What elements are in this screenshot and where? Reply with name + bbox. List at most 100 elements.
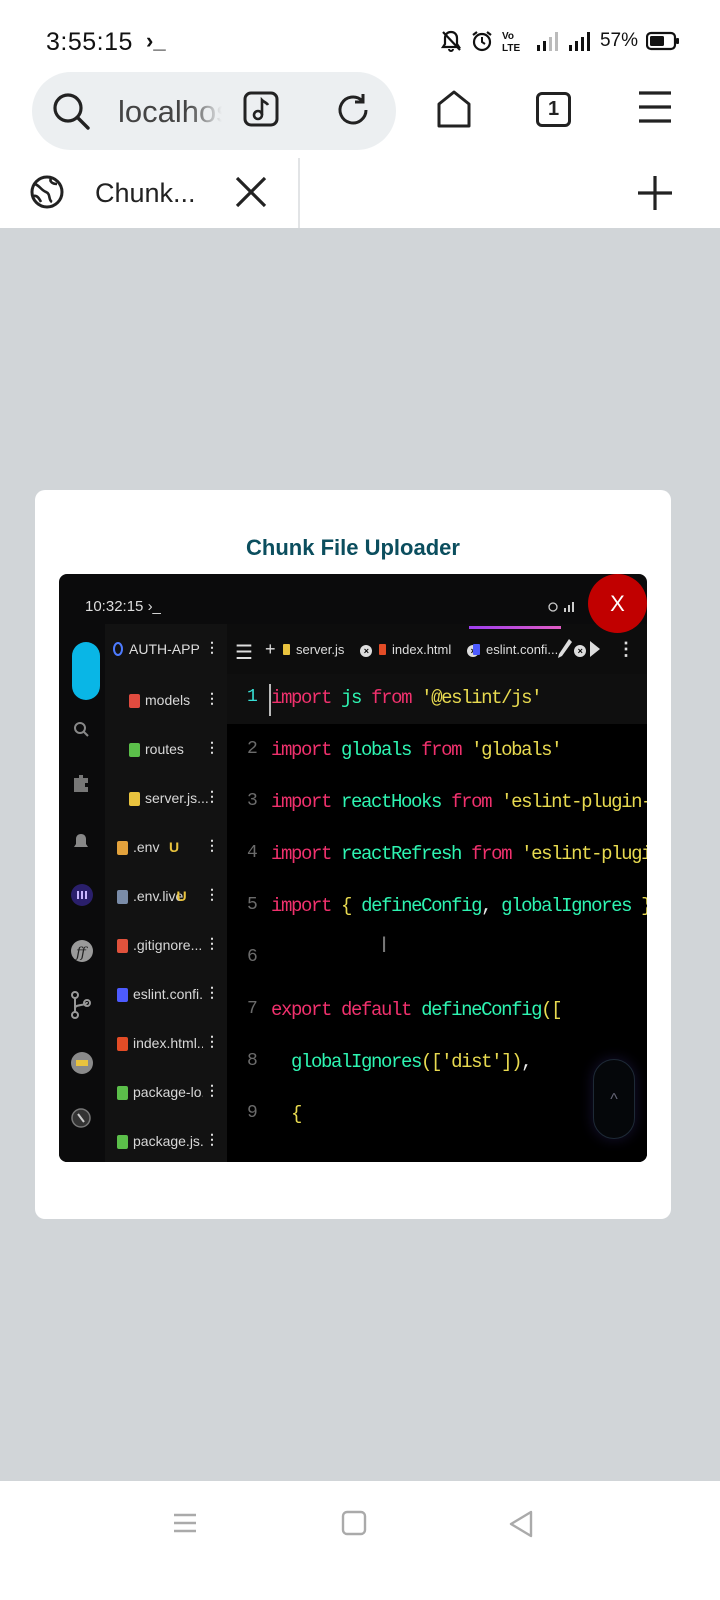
tabs-icon[interactable]: 1 <box>536 92 571 127</box>
close-icon[interactable] <box>234 175 268 209</box>
file-name: package-lo... <box>133 1084 203 1100</box>
more-icon: ⋮ <box>205 639 219 655</box>
file-item: .env U ⋮ <box>105 835 227 861</box>
battery-icon <box>646 31 679 51</box>
file-icon <box>117 841 128 855</box>
modal-title: Chunk File Uploader <box>246 535 460 560</box>
file-item: index.html... ⋮ <box>105 1031 227 1057</box>
reload-icon[interactable] <box>334 91 372 129</box>
music-note-icon[interactable] <box>243 91 279 127</box>
status-bar: 3:55:15 ›_ Vo LTE 57% <box>0 0 720 70</box>
recents-icon[interactable] <box>172 1509 198 1537</box>
preview-status-time: 10:32:15 ›_ <box>85 598 161 615</box>
image-preview: 10:32:15 ›_ ff AUTH-APP ⋮ models ⋮ routes ⋮… <box>59 574 647 1162</box>
browser-toolbar: localhost 1 <box>0 70 720 158</box>
file-icon <box>129 743 140 757</box>
close-preview-button[interactable]: X <box>588 574 647 633</box>
code-line: 4 import reactRefresh from 'eslint-plugin… <box>227 830 647 880</box>
tab-title: Chunk... <box>95 178 196 208</box>
globe-icon <box>30 175 64 209</box>
file-icon <box>117 988 128 1002</box>
more-icon: ⋮ <box>205 837 219 853</box>
editor-tab-label: index.html <box>392 642 452 657</box>
app-icon <box>71 884 93 906</box>
file-item: server.js... ⋮ <box>105 786 227 812</box>
line-number: 1 <box>247 687 258 707</box>
url-text[interactable]: localhost <box>118 94 222 130</box>
editor-tab-label: eslint.confi... <box>486 642 559 657</box>
file-icon <box>117 939 128 953</box>
tab-chunk-file-uploader[interactable]: Chunk... <box>0 158 300 228</box>
code-line: 8 globalIgnores(['dist']), <box>227 1038 647 1088</box>
plus-icon[interactable] <box>636 174 674 212</box>
line-number: 3 <box>247 791 258 811</box>
alarm-icon <box>472 31 492 52</box>
code-line: 6 <box>227 934 647 984</box>
file-icon <box>379 644 386 655</box>
file-name: eslint.confi... <box>133 986 203 1002</box>
file-item: package.js...⋮ <box>105 1129 227 1155</box>
alarm-icon <box>548 602 558 612</box>
active-tab-indicator <box>469 626 561 629</box>
code-line: 9 { <box>227 1090 647 1140</box>
code-line: 2 import globals from 'globals' <box>227 726 647 776</box>
file-name: package.js... <box>133 1133 203 1149</box>
line-number: 6 <box>247 947 258 967</box>
line-number: 4 <box>247 843 258 863</box>
signal-icon <box>564 602 574 612</box>
code-line: 7 export default defineConfig([ <box>227 986 647 1036</box>
editor-tab: index.html× <box>379 642 480 657</box>
more-icon: ⋮ <box>205 739 219 755</box>
project-icon <box>113 642 123 656</box>
more-icon: ⋮ <box>205 886 219 902</box>
menu-icon[interactable] <box>638 89 672 125</box>
file-name: .env <box>133 839 160 855</box>
back-icon[interactable] <box>507 1509 535 1539</box>
tools-icon <box>71 1108 91 1128</box>
more-icon: ⋮ <box>205 690 219 706</box>
home-icon[interactable] <box>436 89 472 129</box>
address-bar[interactable]: localhost <box>32 72 396 150</box>
search-icon <box>53 93 90 130</box>
file-icon <box>129 694 140 708</box>
more-icon: ⋮ <box>205 788 219 804</box>
line-number: 8 <box>247 1051 258 1071</box>
code-text: import { defineConfig, globalIgnores } f… <box>271 895 647 917</box>
scroll-up-icon: ^ <box>593 1059 635 1139</box>
play-icon <box>590 641 600 657</box>
project-name: AUTH-APP <box>129 641 200 657</box>
line-number: 9 <box>247 1103 258 1123</box>
code-text: export default defineConfig([ <box>271 999 563 1021</box>
file-icon <box>117 890 128 904</box>
code-text: import globals from 'globals' <box>271 739 563 761</box>
volte-icon: VoLTE <box>502 31 520 53</box>
more-icon: ⋮ <box>205 1131 219 1147</box>
file-item: .gitignore... ⋮ <box>105 933 227 959</box>
svg-text:LTE: LTE <box>502 43 520 53</box>
file-icon <box>117 1037 128 1051</box>
preview-status-icons <box>548 600 577 612</box>
editor-tab: server.js × <box>283 642 373 657</box>
menu-icon: ☰ <box>235 642 253 664</box>
search-icon <box>74 722 89 737</box>
uploader-modal: Chunk File Uploader 10:32:15 ›_ ff AUTH-… <box>35 490 671 1219</box>
close-icon: × <box>360 645 373 657</box>
file-icon <box>117 1086 128 1100</box>
tab-strip: Chunk... <box>0 158 720 228</box>
signal-1-icon <box>536 32 558 51</box>
code-text: import reactHooks from 'eslint-plugin-re… <box>271 791 647 813</box>
git-status-badge: U <box>169 839 180 855</box>
line-number: 2 <box>247 739 258 759</box>
svg-text:Vo: Vo <box>502 31 514 42</box>
home-square-icon[interactable] <box>341 1509 367 1537</box>
pencil-icon <box>558 639 572 658</box>
preview-activity-bar: ff <box>59 624 105 1162</box>
editor-tools: ⋮ <box>557 638 635 660</box>
code-text: { <box>291 1103 302 1125</box>
font-icon: ff <box>71 940 93 962</box>
line-number: 7 <box>247 999 258 1019</box>
more-icon: ⋮ <box>617 638 635 659</box>
file-name: .env.live <box>133 888 184 904</box>
battery-percent: 57% <box>599 30 638 51</box>
project-header: AUTH-APP ⋮ <box>109 638 227 664</box>
